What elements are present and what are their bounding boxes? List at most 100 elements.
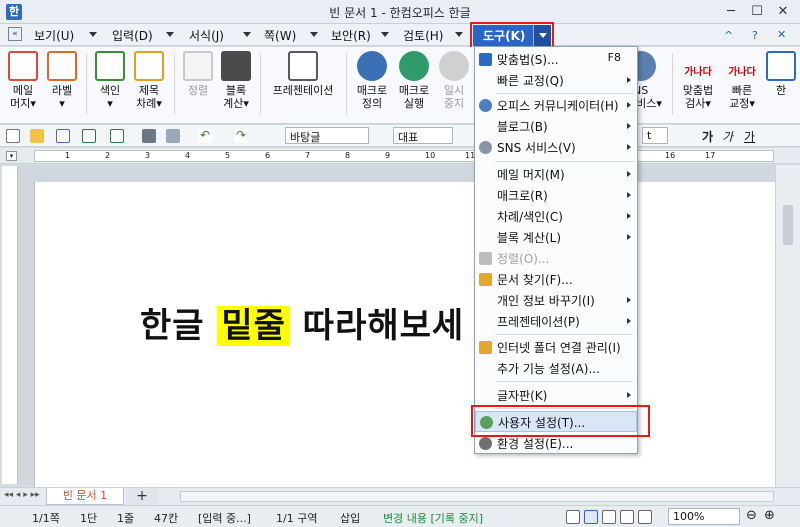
- new-doc-icon[interactable]: [6, 129, 20, 143]
- menu-item-label: 블록 계산(L): [497, 231, 562, 245]
- menu-item-macro[interactable]: 매크로(R): [475, 185, 637, 206]
- view-outline-icon[interactable]: [620, 510, 634, 524]
- menu-item-personal-info[interactable]: 개인 정보 바꾸기(I): [475, 290, 637, 311]
- redo-icon[interactable]: ↷: [234, 129, 248, 143]
- zoom-out-icon[interactable]: ⊖: [746, 508, 757, 523]
- bold-button[interactable]: 가: [702, 128, 713, 145]
- doc-close-icon[interactable]: ✕: [777, 28, 786, 41]
- hanja-button[interactable]: 한: [766, 51, 796, 97]
- undo-icon[interactable]: ↶: [198, 129, 212, 143]
- macro-run-button[interactable]: 매크로 실행: [394, 51, 434, 110]
- submenu-arrow-icon: [627, 144, 631, 150]
- italic-button[interactable]: 가: [722, 128, 733, 145]
- menu-item-label: 메일 머지(M): [497, 168, 565, 182]
- label-button[interactable]: 라벨 ▾: [44, 51, 80, 110]
- view-web-icon[interactable]: [602, 510, 616, 524]
- menu-item-blog[interactable]: 블로그(B): [475, 116, 637, 137]
- index-button[interactable]: 색인 ▾: [92, 51, 128, 110]
- scroll-thumb[interactable]: [783, 205, 793, 245]
- font-lang-select[interactable]: 대표: [393, 127, 453, 144]
- menu-item-internet-folder[interactable]: 인터넷 폴더 연결 관리(I): [475, 337, 637, 358]
- divider: [346, 53, 347, 115]
- vertical-scrollbar[interactable]: [775, 165, 800, 487]
- menu-item-find-docs[interactable]: 문서 찾기(F)...: [475, 269, 637, 290]
- document-text[interactable]: 한글 밑줄 따라해보세: [140, 298, 464, 347]
- save-icon[interactable]: [56, 129, 70, 143]
- print-preview-icon[interactable]: [166, 129, 180, 143]
- maximize-icon[interactable]: ☐: [744, 2, 770, 22]
- style-select[interactable]: 바탕글: [285, 127, 369, 144]
- help-icon[interactable]: ?: [752, 29, 758, 42]
- zoom-select[interactable]: 100%: [668, 508, 740, 525]
- view-fit-icon[interactable]: [638, 510, 652, 524]
- vertical-ruler[interactable]: [2, 166, 18, 484]
- menu-item-sns[interactable]: SNS 서비스(V): [475, 137, 637, 158]
- status-section: 1/1 구역: [276, 512, 318, 525]
- chevron-down-icon[interactable]: [381, 32, 389, 37]
- menu-insert[interactable]: 입력(D): [112, 27, 153, 44]
- menu-item-block-calc[interactable]: 블록 계산(L): [475, 227, 637, 248]
- collapse-icon[interactable]: «: [8, 27, 22, 41]
- chevron-down-icon[interactable]: [89, 32, 97, 37]
- menu-item-spellcheck[interactable]: 맞춤법(S)... F8: [475, 49, 637, 70]
- menu-review[interactable]: 검토(H): [403, 27, 443, 44]
- menu-item-keyboard[interactable]: 글자판(K): [475, 385, 637, 406]
- menu-item-sort[interactable]: 정렬(O)...: [475, 248, 637, 269]
- chevron-down-icon[interactable]: [455, 32, 463, 37]
- spellcheck-button[interactable]: 가나다 맞춤법 검사▾: [676, 51, 720, 110]
- status-page[interactable]: 1/1쪽: [32, 510, 60, 526]
- menu-separator: [495, 93, 633, 94]
- menu-item-label: 정렬(O)...: [497, 252, 550, 266]
- mail-merge-button[interactable]: 메일 머지▾: [4, 51, 42, 110]
- menu-item-toc-index[interactable]: 차례/색인(C): [475, 206, 637, 227]
- open-folder-icon[interactable]: [30, 129, 44, 143]
- print-icon[interactable]: [142, 129, 156, 143]
- macro-pause-button[interactable]: 일시 중지: [436, 51, 472, 110]
- view-page-icon[interactable]: [584, 510, 598, 524]
- sort-button[interactable]: 정렬: [180, 51, 216, 97]
- chevron-down-icon[interactable]: [310, 32, 318, 37]
- hanja-icon: [766, 51, 796, 81]
- menu-format[interactable]: 서식(J): [189, 27, 224, 44]
- ribbon-collapse-icon[interactable]: ^: [724, 29, 733, 42]
- close-icon[interactable]: ✕: [770, 2, 796, 22]
- menu-security[interactable]: 보안(R): [331, 27, 371, 44]
- label-icon: [47, 51, 77, 81]
- internet-folder-icon: [479, 341, 492, 354]
- tab-document-1[interactable]: 빈 문서 1: [46, 488, 124, 505]
- underline-button[interactable]: 가: [744, 128, 755, 145]
- toc-label2: 차례▾: [136, 97, 162, 110]
- quick-correct-button[interactable]: 가나다 빠른 교정▾: [722, 51, 762, 110]
- save-disk-icon[interactable]: [110, 129, 124, 143]
- zoom-in-icon[interactable]: ⊕: [764, 508, 775, 523]
- ruler-tick: 8: [345, 151, 351, 160]
- submenu-arrow-icon: [627, 318, 631, 324]
- horizontal-scrollbar[interactable]: [180, 491, 774, 502]
- minimize-icon[interactable]: ─: [718, 2, 744, 22]
- menu-item-presentation[interactable]: 프레젠테이션(P): [475, 311, 637, 332]
- menu-item-office-communicator[interactable]: 오피스 커뮤니케이터(H): [475, 95, 637, 116]
- chevron-down-icon[interactable]: [243, 32, 251, 37]
- folder-search-icon: [479, 273, 492, 286]
- divider: [260, 53, 261, 115]
- submenu-arrow-icon: [627, 171, 631, 177]
- status-insert[interactable]: 삽입: [340, 510, 360, 526]
- view-normal-icon[interactable]: [566, 510, 580, 524]
- block-calc-button[interactable]: 블록 계산▾: [218, 51, 254, 110]
- macro-define-button[interactable]: 매크로 정의: [352, 51, 392, 110]
- menu-item-mail-merge[interactable]: 메일 머지(M): [475, 164, 637, 185]
- toc-button[interactable]: 제목 차례▾: [130, 51, 168, 110]
- font-size-select[interactable]: t: [642, 127, 668, 144]
- chevron-down-icon[interactable]: [166, 32, 174, 37]
- ruler-mode-icon[interactable]: ▾: [6, 151, 17, 161]
- menu-view[interactable]: 보기(U): [34, 27, 74, 44]
- status-track-changes[interactable]: 변경 내용 [기록 중지]: [383, 510, 483, 526]
- menu-item-addons[interactable]: 추가 기능 설정(A)...: [475, 358, 637, 379]
- horizontal-ruler[interactable]: 1 2 3 4 5 6 7 8 9 10 11 12 13 14 15 16 1…: [34, 150, 774, 162]
- add-tab-button[interactable]: +: [126, 488, 158, 505]
- menu-item-quick-correct[interactable]: 빠른 교정(Q): [475, 70, 637, 91]
- tab-nav-icon[interactable]: ◂◂ ◂ ▸ ▸▸: [4, 490, 40, 500]
- menu-page[interactable]: 쪽(W): [264, 27, 296, 44]
- save-as-icon[interactable]: [82, 129, 96, 143]
- presentation-button[interactable]: 프레젠테이션: [266, 51, 340, 97]
